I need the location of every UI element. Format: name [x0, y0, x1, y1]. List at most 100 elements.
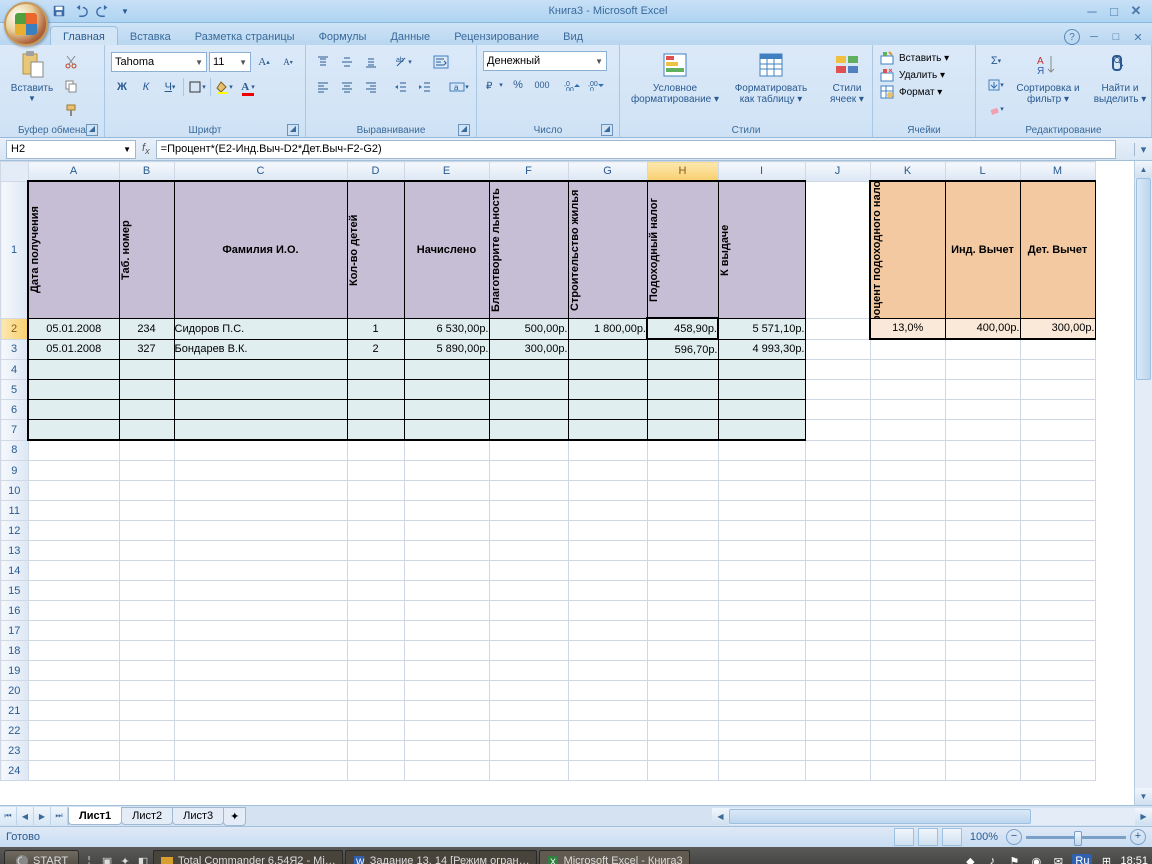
cell-K4[interactable]	[870, 360, 945, 380]
tray-icon-1[interactable]: ◆	[962, 853, 978, 864]
cell-D12[interactable]	[347, 521, 404, 541]
name-box[interactable]: H2▼	[6, 140, 136, 159]
cell-M18[interactable]	[1020, 641, 1095, 661]
cell-A22[interactable]	[28, 721, 119, 741]
maximize-button[interactable]: □	[1104, 3, 1124, 19]
paste-button[interactable]: Вставить ▼	[6, 47, 58, 105]
cell-J1[interactable]	[805, 181, 870, 318]
col-header-J[interactable]: J	[805, 162, 870, 182]
cell-E1[interactable]: Начислено	[404, 181, 489, 318]
cell-J4[interactable]	[805, 360, 870, 380]
cell-L5[interactable]	[945, 380, 1020, 400]
cell-D23[interactable]	[347, 741, 404, 761]
cell-C14[interactable]	[174, 561, 347, 581]
cell-H14[interactable]	[647, 561, 718, 581]
cell-L8[interactable]	[945, 440, 1020, 461]
cell-J20[interactable]	[805, 681, 870, 701]
tab-insert[interactable]: Вставка	[118, 27, 183, 45]
save-icon[interactable]	[50, 2, 68, 20]
cell-L16[interactable]	[945, 601, 1020, 621]
cell-L18[interactable]	[945, 641, 1020, 661]
cell-M20[interactable]	[1020, 681, 1095, 701]
new-sheet-button[interactable]: ✦	[223, 807, 246, 826]
tab-view[interactable]: Вид	[551, 27, 595, 45]
formula-bar-expand[interactable]: ▾	[1134, 143, 1152, 156]
zoom-level[interactable]: 100%	[970, 831, 998, 843]
cell-G21[interactable]	[568, 701, 647, 721]
cell-E4[interactable]	[404, 360, 489, 380]
cell-E11[interactable]	[404, 501, 489, 521]
cell-G5[interactable]	[568, 380, 647, 400]
cell-H22[interactable]	[647, 721, 718, 741]
cell-C7[interactable]	[174, 420, 347, 441]
cell-K23[interactable]	[870, 741, 945, 761]
cell-L24[interactable]	[945, 761, 1020, 781]
row-header-7[interactable]: 7	[1, 420, 29, 441]
cell-C2[interactable]: Сидоров П.С.	[174, 318, 347, 339]
start-button[interactable]: START	[4, 850, 79, 864]
cell-L6[interactable]	[945, 400, 1020, 420]
cell-D7[interactable]	[347, 420, 404, 441]
cell-H1[interactable]: Подоходный налог	[647, 181, 718, 318]
cell-D17[interactable]	[347, 621, 404, 641]
cell-D24[interactable]	[347, 761, 404, 781]
cell-B20[interactable]	[119, 681, 174, 701]
number-format-combo[interactable]: Денежный▼	[483, 51, 607, 71]
cell-M6[interactable]	[1020, 400, 1095, 420]
cell-G11[interactable]	[568, 501, 647, 521]
italic-button[interactable]: К	[135, 76, 157, 98]
cell-M2[interactable]: 300,00р.	[1020, 318, 1095, 339]
col-header-A[interactable]: A	[28, 162, 119, 182]
cell-F4[interactable]	[489, 360, 568, 380]
cell-I12[interactable]	[718, 521, 805, 541]
cell-M3[interactable]	[1020, 339, 1095, 360]
cell-C8[interactable]	[174, 440, 347, 461]
comma-button[interactable]: 000	[531, 74, 553, 96]
cell-H19[interactable]	[647, 661, 718, 681]
cell-L1[interactable]: Инд. Вычет	[945, 181, 1020, 318]
cell-M11[interactable]	[1020, 501, 1095, 521]
row-header-14[interactable]: 14	[1, 561, 29, 581]
cell-J6[interactable]	[805, 400, 870, 420]
cell-J18[interactable]	[805, 641, 870, 661]
cell-C24[interactable]	[174, 761, 347, 781]
cell-M16[interactable]	[1020, 601, 1095, 621]
tray-icon-5[interactable]: ✉	[1050, 853, 1066, 864]
cell-L14[interactable]	[945, 561, 1020, 581]
cell-B10[interactable]	[119, 481, 174, 501]
bold-button[interactable]: Ж	[111, 76, 133, 98]
row-header-5[interactable]: 5	[1, 380, 29, 400]
cell-E6[interactable]	[404, 400, 489, 420]
cell-I14[interactable]	[718, 561, 805, 581]
cell-J21[interactable]	[805, 701, 870, 721]
cell-J10[interactable]	[805, 481, 870, 501]
accounting-format-button[interactable]: ₽▾	[483, 74, 505, 96]
cell-J3[interactable]	[805, 339, 870, 360]
cell-D22[interactable]	[347, 721, 404, 741]
cell-C10[interactable]	[174, 481, 347, 501]
align-middle-icon[interactable]	[336, 51, 358, 73]
cell-I5[interactable]	[718, 380, 805, 400]
cell-E21[interactable]	[404, 701, 489, 721]
cell-E22[interactable]	[404, 721, 489, 741]
cell-C11[interactable]	[174, 501, 347, 521]
cell-C4[interactable]	[174, 360, 347, 380]
cell-I21[interactable]	[718, 701, 805, 721]
cell-C9[interactable]	[174, 461, 347, 481]
cell-B7[interactable]	[119, 420, 174, 441]
cell-G16[interactable]	[568, 601, 647, 621]
cell-G19[interactable]	[568, 661, 647, 681]
cell-D14[interactable]	[347, 561, 404, 581]
view-page-layout-button[interactable]	[918, 828, 938, 846]
cell-B12[interactable]	[119, 521, 174, 541]
copy-icon[interactable]	[60, 75, 82, 97]
cell-G7[interactable]	[568, 420, 647, 441]
sheet-nav-prev[interactable]: ◀	[17, 807, 34, 825]
row-header-12[interactable]: 12	[1, 521, 29, 541]
cell-F23[interactable]	[489, 741, 568, 761]
cell-F5[interactable]	[489, 380, 568, 400]
cell-H15[interactable]	[647, 581, 718, 601]
cell-D15[interactable]	[347, 581, 404, 601]
row-header-4[interactable]: 4	[1, 360, 29, 380]
cell-K11[interactable]	[870, 501, 945, 521]
